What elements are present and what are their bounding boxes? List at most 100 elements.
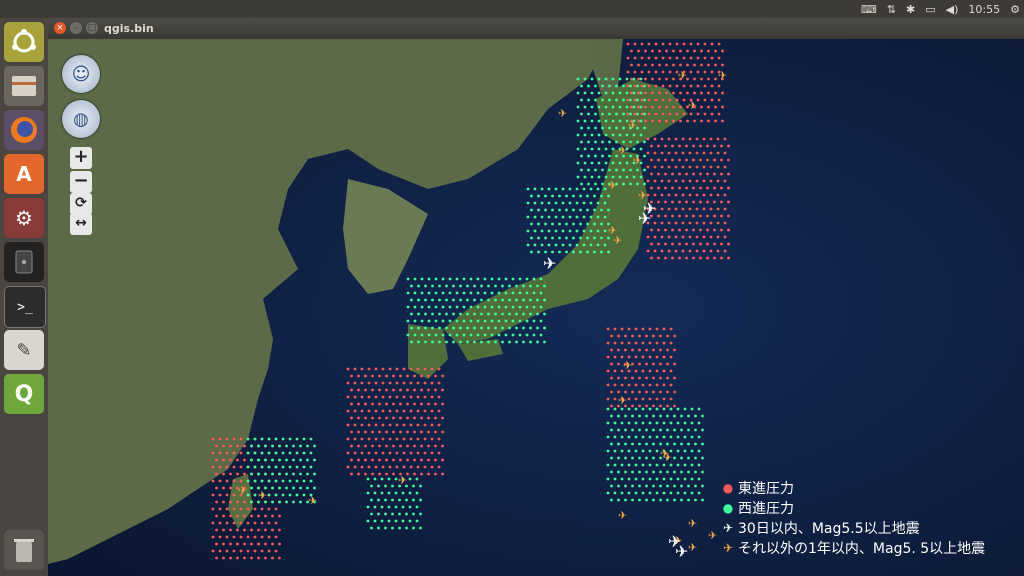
pressure-dot	[627, 421, 631, 425]
pressure-dot	[610, 498, 613, 502]
pressure-dot	[583, 119, 587, 123]
pressure-dot	[587, 182, 590, 186]
bluetooth-icon[interactable]: ✱	[906, 3, 915, 16]
pressure-dot	[462, 319, 466, 323]
pressure-dot	[653, 137, 657, 141]
files-icon[interactable]	[4, 66, 44, 106]
pressure-dot	[459, 284, 462, 288]
window-close-button[interactable]: ×	[54, 22, 66, 34]
window-maximize-button[interactable]: □	[86, 22, 98, 34]
refresh-button[interactable]: ⟳	[70, 193, 92, 215]
pressure-dot	[702, 207, 706, 211]
software-center-icon[interactable]: A	[4, 154, 44, 194]
pressure-dot	[380, 519, 384, 523]
window-title-bar[interactable]: × – □ qgis.bin	[48, 18, 1024, 39]
pressure-dot	[657, 158, 660, 162]
pressure-dot	[645, 404, 648, 408]
pressure-dot	[483, 319, 487, 323]
pressure-dot	[469, 291, 473, 295]
network-arrows-icon[interactable]: ⇅	[887, 3, 896, 16]
pressure-dot	[424, 298, 427, 302]
pressure-dot	[367, 423, 371, 427]
pressure-dot	[667, 137, 671, 141]
pressure-dot	[645, 414, 648, 418]
legend-item-west-pressure: ● 西進圧力	[720, 498, 985, 518]
pressure-dot	[551, 194, 554, 198]
pressure-dot	[476, 333, 480, 337]
qgis-icon[interactable]: Q	[4, 374, 44, 414]
terminal-icon[interactable]: >_	[4, 286, 46, 328]
pressure-dot	[654, 112, 658, 116]
pressure-dot	[532, 277, 536, 281]
gear-icon[interactable]: ⚙	[1010, 3, 1020, 16]
pressure-dot	[706, 158, 709, 162]
pressure-dot	[253, 493, 257, 497]
pressure-dot	[350, 444, 353, 448]
pressure-dot	[540, 243, 544, 247]
pressure-dot	[392, 416, 395, 420]
pressure-dot	[394, 505, 398, 509]
pressure-dot	[603, 201, 607, 205]
system-settings-icon[interactable]: ⚙	[4, 198, 44, 238]
pressure-dot	[229, 472, 232, 476]
window-minimize-button[interactable]: –	[70, 22, 82, 34]
pressure-dot	[634, 421, 638, 425]
pressure-dot	[690, 449, 694, 453]
clock[interactable]: 10:55	[968, 3, 1000, 16]
pressure-dot	[660, 151, 664, 155]
pressure-dot	[683, 477, 687, 481]
globe-navigator-button[interactable]: ◍	[62, 100, 100, 138]
pressure-dot	[706, 172, 709, 176]
pressure-dot	[281, 479, 285, 483]
pressure-dot	[434, 333, 438, 337]
trash-icon[interactable]	[4, 530, 44, 570]
pressure-dot	[410, 340, 413, 344]
pressure-dot	[416, 465, 420, 469]
pressure-dot	[211, 465, 215, 469]
pressure-dot	[583, 105, 587, 109]
pressure-dot	[532, 319, 536, 323]
pressure-dot	[236, 500, 239, 504]
pressure-dot	[274, 437, 278, 441]
ubuntu-dash-icon[interactable]	[4, 22, 44, 62]
pressure-dot	[583, 77, 587, 81]
zoom-in-button[interactable]: +	[70, 147, 92, 169]
pressure-dot	[606, 383, 610, 387]
pressure-dot	[673, 498, 676, 502]
usb-drive-icon[interactable]	[4, 242, 44, 282]
battery-icon[interactable]: ▭	[925, 3, 935, 16]
pressure-dot	[604, 91, 608, 95]
pressure-dot	[630, 49, 633, 53]
swap-button[interactable]: ↔	[70, 213, 92, 235]
pressure-dot	[253, 479, 257, 483]
zoom-out-button[interactable]: −	[70, 171, 92, 193]
pressure-dot	[624, 498, 627, 502]
pressure-dot	[366, 491, 370, 495]
pressure-dot	[497, 291, 501, 295]
firefox-icon[interactable]	[4, 110, 44, 150]
pan-navigator-button[interactable]: ☺	[62, 55, 100, 93]
pressure-dot	[370, 512, 373, 516]
pressure-dot	[246, 549, 250, 553]
pressure-dot	[671, 186, 674, 190]
pressure-dot	[678, 158, 681, 162]
pressure-dot	[288, 493, 292, 497]
pressure-dot	[462, 291, 466, 295]
pressure-dot	[709, 137, 713, 141]
pressure-dot	[402, 367, 406, 371]
pressure-dot	[215, 472, 218, 476]
pressure-dot	[229, 486, 232, 490]
pressure-dot	[667, 235, 671, 239]
pressure-dot	[385, 374, 388, 378]
pressure-dot	[603, 229, 607, 233]
keyboard-icon[interactable]: ⌨	[861, 3, 877, 16]
pressure-dot	[661, 70, 665, 74]
pressure-dot	[627, 463, 631, 467]
pressure-dot	[662, 491, 666, 495]
pressure-dot	[651, 49, 654, 53]
text-editor-icon[interactable]: ✎	[4, 330, 44, 370]
pressure-dot	[558, 194, 561, 198]
pressure-dot	[364, 388, 367, 392]
pressure-dot	[353, 381, 357, 385]
volume-icon[interactable]: ◀)	[946, 3, 959, 16]
